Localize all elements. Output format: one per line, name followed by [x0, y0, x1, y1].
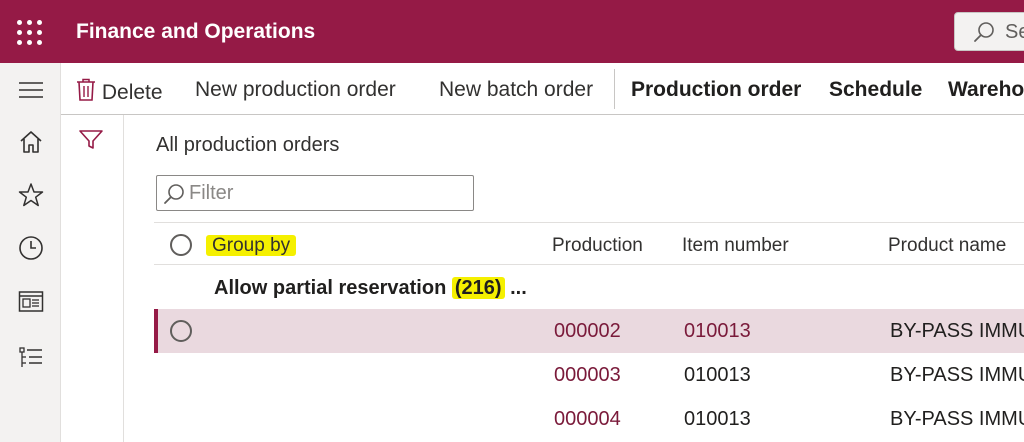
group-label-text: Allow partial reservation [214, 277, 452, 299]
new-production-order-button[interactable]: New production order [195, 78, 396, 102]
group-row[interactable]: Allow partial reservation (216) ... [154, 266, 1024, 309]
table-row[interactable]: 000002 010013 BY-PASS IMMU [154, 309, 1024, 353]
search-icon [164, 184, 184, 204]
action-pane: Delete New production order New batch or… [61, 63, 1024, 115]
group-label: Allow partial reservation (216) ... [214, 277, 527, 300]
group-by-label: Group by [206, 235, 297, 256]
tab-warehouse[interactable]: Wareho [948, 78, 1024, 102]
hamburger-icon[interactable] [0, 65, 61, 115]
production-cell[interactable]: 000003 [554, 364, 621, 387]
filter-input[interactable] [189, 178, 467, 208]
delete-label: Delete [101, 81, 163, 104]
table-row[interactable]: 000003 010013 BY-PASS IMMU [154, 353, 1024, 397]
filter-pane-column [61, 115, 124, 442]
new-batch-order-button[interactable]: New batch order [439, 78, 593, 102]
item-number-cell[interactable]: 010013 [684, 320, 751, 343]
trash-icon [77, 78, 95, 101]
filter-icon[interactable] [78, 129, 104, 156]
select-all-radio[interactable] [170, 234, 192, 256]
group-label-suffix: ... [504, 277, 527, 299]
tab-schedule[interactable]: Schedule [829, 78, 922, 102]
column-header-product-name[interactable]: Product name [888, 235, 1006, 257]
group-by-header[interactable]: Group by [206, 235, 297, 257]
list-icon[interactable] [0, 333, 61, 383]
production-orders-grid: Group by Production Item number Product … [154, 222, 1024, 442]
top-bar: Finance and Operations Se [0, 0, 1024, 63]
action-separator [614, 69, 615, 109]
filter-field[interactable] [156, 175, 474, 211]
app-title[interactable]: Finance and Operations [76, 20, 315, 44]
page-title: All production orders [156, 134, 340, 156]
workspace-icon[interactable] [0, 277, 61, 327]
item-number-cell: 010013 [684, 408, 751, 430]
selected-row-indicator [154, 309, 158, 353]
production-cell[interactable]: 000004 [554, 408, 621, 431]
home-icon[interactable] [0, 117, 61, 167]
star-icon[interactable] [0, 170, 61, 220]
item-number-cell: 010013 [684, 364, 751, 386]
delete-button[interactable]: Delete [76, 78, 163, 105]
column-header-production[interactable]: Production [552, 235, 643, 257]
group-count: (216) [451, 277, 505, 299]
left-navigation [0, 63, 61, 442]
product-name-cell: BY-PASS IMMU [890, 320, 1024, 342]
search-icon [974, 22, 994, 42]
search-input[interactable]: Se [954, 12, 1024, 51]
tab-production-order[interactable]: Production order [631, 78, 801, 102]
grid-header: Group by Production Item number Product … [154, 222, 1024, 265]
product-name-cell: BY-PASS IMMU [890, 408, 1024, 430]
column-header-item-number[interactable]: Item number [682, 235, 789, 257]
clock-icon[interactable] [0, 223, 61, 273]
row-select-radio[interactable] [170, 320, 192, 342]
app-launcher-icon[interactable] [17, 20, 43, 46]
production-cell[interactable]: 000002 [554, 320, 621, 343]
product-name-cell: BY-PASS IMMU [890, 364, 1024, 386]
search-placeholder: Se [1005, 21, 1024, 43]
table-row[interactable]: 000004 010013 BY-PASS IMMU [154, 397, 1024, 441]
